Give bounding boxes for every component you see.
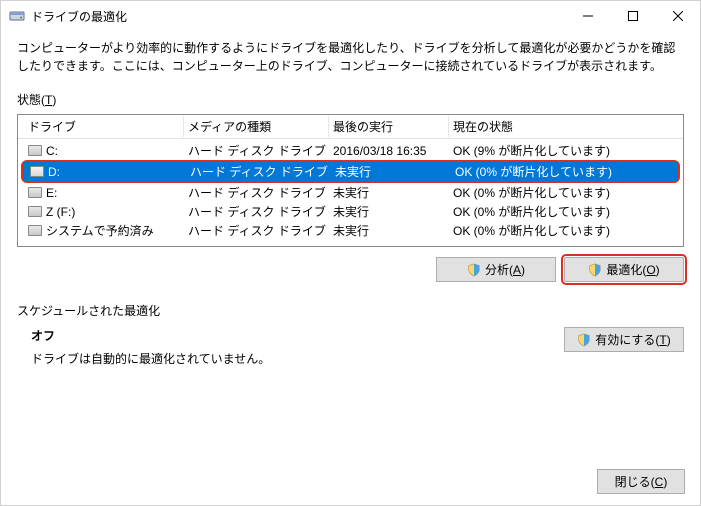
table-row[interactable]: D: ハード ディスク ドライブ未実行OK (0% が断片化しています)	[23, 162, 678, 181]
optimize-button[interactable]: 最適化(O)	[564, 257, 684, 282]
last-run-cell: 未実行	[331, 163, 451, 180]
window-title: ドライブの最適化	[31, 8, 565, 25]
app-icon	[9, 8, 25, 24]
status-cell: OK (0% が断片化しています)	[449, 184, 677, 201]
drive-name: Z (F:)	[46, 205, 75, 219]
last-run-cell: 未実行	[329, 203, 449, 220]
action-buttons: 分析(A) 最適化(O)	[17, 257, 684, 282]
last-run-cell: 未実行	[329, 184, 449, 201]
last-run-cell: 未実行	[329, 222, 449, 239]
analyze-button[interactable]: 分析(A)	[436, 257, 556, 282]
table-row[interactable]: Z (F:) ハード ディスク ドライブ未実行OK (0% が断片化しています)	[18, 202, 683, 221]
schedule-section: スケジュールされた最適化 オフ ドライブは自動的に最適化されていません。 有効に…	[17, 302, 684, 367]
media-cell: ハード ディスク ドライブ	[184, 142, 329, 159]
drive-cell: Z (F:)	[24, 205, 184, 219]
column-media[interactable]: メディアの種類	[184, 116, 329, 137]
table-row[interactable]: E: ハード ディスク ドライブ未実行OK (0% が断片化しています)	[18, 183, 683, 202]
close-button[interactable]	[655, 1, 700, 31]
schedule-detail: ドライブは自動的に最適化されていません。	[31, 350, 270, 367]
drive-icon	[28, 225, 42, 236]
drive-icon	[28, 187, 42, 198]
column-last-run[interactable]: 最後の実行	[329, 116, 449, 137]
drive-name: D:	[48, 165, 60, 179]
drive-cell: E:	[24, 186, 184, 200]
status-cell: OK (0% が断片化しています)	[449, 222, 677, 239]
drive-cell: C:	[24, 144, 184, 158]
enable-button[interactable]: 有効にする(T)	[564, 327, 684, 352]
media-cell: ハード ディスク ドライブ	[186, 163, 331, 180]
column-status[interactable]: 現在の状態	[449, 116, 677, 137]
status-cell: OK (0% が断片化しています)	[451, 163, 675, 180]
drive-name: システムで予約済み	[46, 222, 154, 239]
column-drive[interactable]: ドライブ	[24, 116, 184, 137]
media-cell: ハード ディスク ドライブ	[184, 222, 329, 239]
media-cell: ハード ディスク ドライブ	[184, 203, 329, 220]
shield-icon	[577, 333, 591, 347]
content-area: コンピューターがより効率的に動作するようにドライブを最適化したり、ドライブを分析…	[1, 31, 700, 383]
minimize-button[interactable]	[565, 1, 610, 31]
last-run-cell: 2016/03/18 16:35	[329, 144, 449, 158]
description-text: コンピューターがより効率的に動作するようにドライブを最適化したり、ドライブを分析…	[17, 39, 684, 75]
schedule-status: オフ ドライブは自動的に最適化されていません。	[31, 327, 270, 367]
drive-icon	[28, 145, 42, 156]
status-cell: OK (9% が断片化しています)	[449, 142, 677, 159]
drive-cell: システムで予約済み	[24, 222, 184, 239]
shield-icon	[588, 263, 602, 277]
highlighted-row: D: ハード ディスク ドライブ未実行OK (0% が断片化しています)	[21, 160, 680, 183]
drive-name: C:	[46, 144, 58, 158]
table-row[interactable]: C: ハード ディスク ドライブ2016/03/18 16:35OK (9% が断…	[18, 141, 683, 160]
table-header: ドライブ メディアの種類 最後の実行 現在の状態	[18, 115, 683, 139]
status-cell: OK (0% が断片化しています)	[449, 203, 677, 220]
schedule-state: オフ	[31, 327, 270, 344]
table-body: C:ハード ディスク ドライブ2016/03/18 16:35OK (9% が断…	[18, 139, 683, 246]
titlebar: ドライブの最適化	[1, 1, 700, 31]
drive-cell: D:	[26, 165, 186, 179]
shield-icon	[467, 263, 481, 277]
schedule-label: スケジュールされた最適化	[17, 302, 684, 319]
drive-list: ドライブ メディアの種類 最後の実行 現在の状態 C: ハード ディスク ドライブ…	[17, 114, 684, 247]
drive-icon	[30, 166, 44, 177]
status-label: 状態(T)	[17, 91, 684, 108]
maximize-button[interactable]	[610, 1, 655, 31]
close-dialog-button[interactable]: 閉じる(C)	[597, 469, 685, 494]
media-cell: ハード ディスク ドライブ	[184, 184, 329, 201]
drive-name: E:	[46, 186, 57, 200]
drive-icon	[28, 206, 42, 217]
table-row[interactable]: システムで予約済み ハード ディスク ドライブ未実行OK (0% が断片化していま…	[18, 221, 683, 240]
bottom-bar: 閉じる(C)	[597, 469, 685, 494]
